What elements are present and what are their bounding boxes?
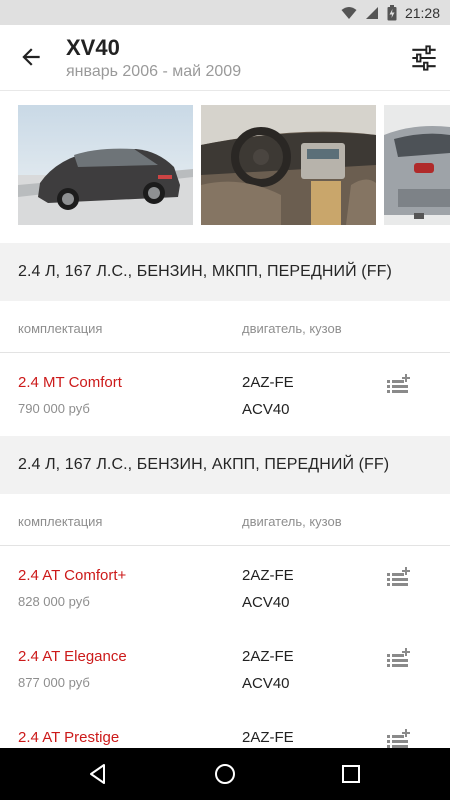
playlist-add-icon[interactable] [386, 567, 412, 589]
trim-row[interactable]: 2.4 AT Elegance 877 000 руб 2AZ-FE ACV40 [0, 628, 450, 708]
page-title: XV40 [66, 35, 120, 60]
car-rear-photo[interactable] [384, 105, 450, 225]
trim-row[interactable]: 2.4 AT Comfort+ 828 000 руб 2AZ-FE ACV40 [0, 547, 450, 627]
trim-name[interactable]: 2.4 MT Comfort [18, 374, 122, 391]
car-interior-photo[interactable] [201, 105, 376, 225]
trim-row[interactable]: 2.4 MT Comfort 790 000 руб 2AZ-FE ACV40 [0, 354, 450, 434]
column-engine-body: двигатель, кузов [242, 514, 342, 529]
wifi-icon [341, 6, 357, 19]
car-exterior-photo[interactable] [18, 105, 193, 225]
trim-name[interactable]: 2.4 AT Prestige [18, 729, 119, 746]
column-trim: комплектация [18, 514, 103, 529]
trim-name[interactable]: 2.4 AT Comfort+ [18, 567, 126, 584]
body-code: ACV40 [242, 401, 290, 418]
section-header: 2.4 Л, 167 Л.С., БЕНЗИН, МКПП, ПЕРЕДНИЙ … [0, 243, 450, 301]
trim-price: 828 000 руб [18, 594, 90, 609]
column-trim: комплектация [18, 321, 103, 336]
trim-name[interactable]: 2.4 AT Elegance [18, 648, 127, 665]
engine-code: 2AZ-FE [242, 567, 294, 584]
back-triangle-icon[interactable] [86, 762, 110, 786]
engine-code: 2AZ-FE [242, 648, 294, 665]
engine-code: 2AZ-FE [242, 374, 294, 391]
cellular-icon [365, 6, 378, 19]
arrow-back-icon[interactable] [18, 44, 44, 70]
engine-code: 2AZ-FE [242, 729, 294, 746]
recents-square-icon[interactable] [339, 762, 363, 786]
status-bar: 21:28 [0, 0, 450, 25]
column-headers: комплектация двигатель, кузов [0, 301, 450, 353]
trim-price: 877 000 руб [18, 675, 90, 690]
status-time: 21:28 [404, 4, 440, 21]
sliders-icon[interactable] [410, 44, 438, 72]
battery-charging-icon [387, 4, 397, 20]
section-header: 2.4 Л, 167 Л.С., БЕНЗИН, АКПП, ПЕРЕДНИЙ … [0, 436, 450, 494]
body-code: ACV40 [242, 675, 290, 692]
app-bar: XV40 январь 2006 - май 2009 [0, 25, 450, 91]
page-subtitle: январь 2006 - май 2009 [66, 63, 242, 80]
photo-gallery[interactable] [0, 92, 450, 242]
system-nav-bar [0, 748, 450, 800]
column-engine-body: двигатель, кузов [242, 321, 342, 336]
playlist-add-icon[interactable] [386, 648, 412, 670]
column-headers: комплектация двигатель, кузов [0, 494, 450, 546]
playlist-add-icon[interactable] [386, 374, 412, 396]
trim-price: 790 000 руб [18, 401, 90, 416]
body-code: ACV40 [242, 594, 290, 611]
home-circle-icon[interactable] [213, 762, 237, 786]
